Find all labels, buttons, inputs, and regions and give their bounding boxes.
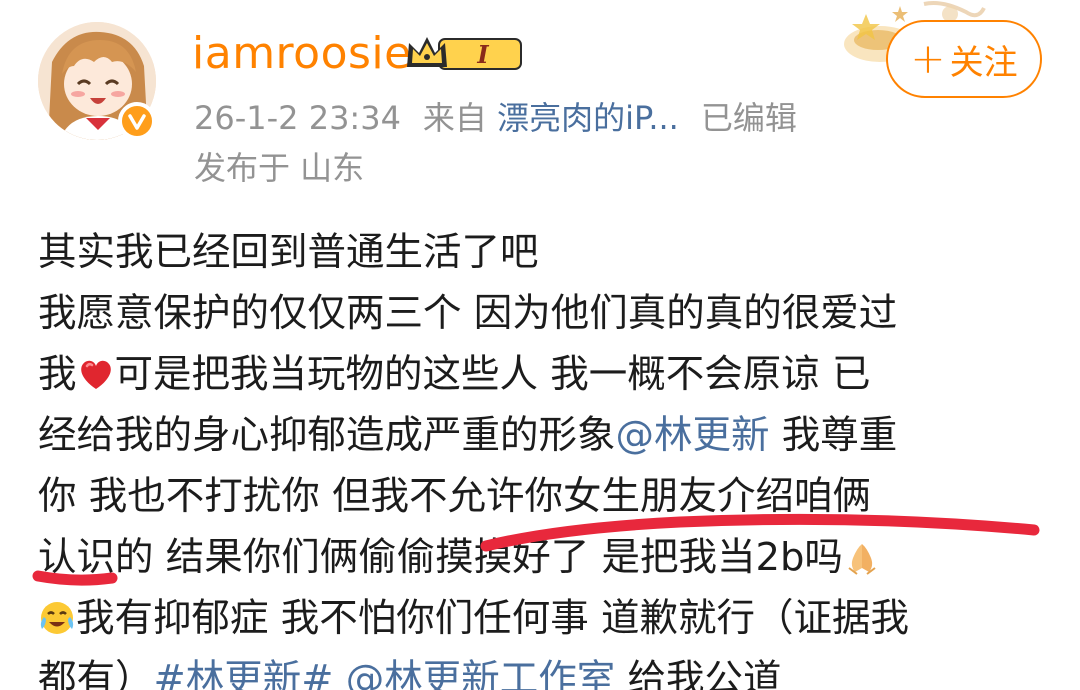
post-line: 经给我的身心抑郁造成严重的形象@林更新 我尊重 [38,405,1048,466]
member-level-label: I [476,40,489,69]
post-line: 我可是把我当玩物的这些人 我一概不会原谅 已 [38,344,1048,405]
plus-icon: + [910,34,946,83]
post-text-segment: 经给我的身心抑郁造成严重的形象 [38,413,616,458]
location-label: 发布于 山东 [194,149,365,187]
post-text-segment: 我有抑郁症 我不怕你们任何事 道歉就行（证据我 [76,596,909,641]
post-line: 都有）#林更新# @林更新工作室 给我公道 [38,649,1048,690]
follow-label: 关注 [949,42,1018,83]
post-text-segment [334,657,346,690]
member-badge[interactable]: I [405,33,523,73]
verified-badge [118,102,156,140]
crying-face-icon [38,594,76,634]
post-text-segment: 我愿意保护的仅仅两三个 因为他们真的真的很爱过 [38,291,898,336]
source-device-link[interactable]: 漂亮肉的iP... [497,99,679,137]
post-text-segment: 认识的 结果你们俩偷偷摸摸好了 是把我当2b吗 [38,535,843,580]
post-text-segment: 你 我也不打扰你 但我不允许你女生朋友介绍咱俩 [38,474,871,519]
post-text-segment: 我 [38,352,77,397]
post-line: 其实我已经回到普通生活了吧 [38,222,1048,283]
post-text-segment: 都有） [38,657,154,690]
follow-button[interactable]: + 关注 [886,20,1042,98]
source-prefix: 来自 [422,99,487,137]
folded-hands-icon [843,533,881,575]
post-meta: 26-1-2 23:34 来自 漂亮肉的iP... 已编辑 [194,96,797,140]
post-line: 认识的 结果你们俩偷偷摸摸好了 是把我当2b吗 [38,527,1048,588]
mention-link[interactable]: @林更新 [616,413,770,458]
edited-label[interactable]: 已编辑 [701,99,797,137]
post-text-segment: 可是把我当玩物的这些人 我一概不会原谅 已 [114,352,871,397]
mention-link[interactable]: @林更新工作室 [346,657,616,690]
post-text-segment: 给我公道 [615,657,782,690]
post-text-segment: 其实我已经回到普通生活了吧 [38,230,539,275]
verified-icon [128,114,146,130]
post-text-segment: 我尊重 [769,413,898,458]
post-line: 我有抑郁症 我不怕你们任何事 道歉就行（证据我 [38,588,1048,649]
red-heart-icon [77,350,115,389]
post-text: 其实我已经回到普通生活了吧 我愿意保护的仅仅两三个 因为他们真的真的很爱过我可是把… [38,222,1048,690]
post-line: 你 我也不打扰你 但我不允许你女生朋友介绍咱俩 [38,466,1048,527]
hashtag-link[interactable]: #林更新# [154,657,334,690]
post-timestamp: 26-1-2 23:34 [194,99,401,137]
post-line: 我愿意保护的仅仅两三个 因为他们真的真的很爱过 [38,283,1048,344]
username[interactable]: iamroosie [192,22,412,86]
